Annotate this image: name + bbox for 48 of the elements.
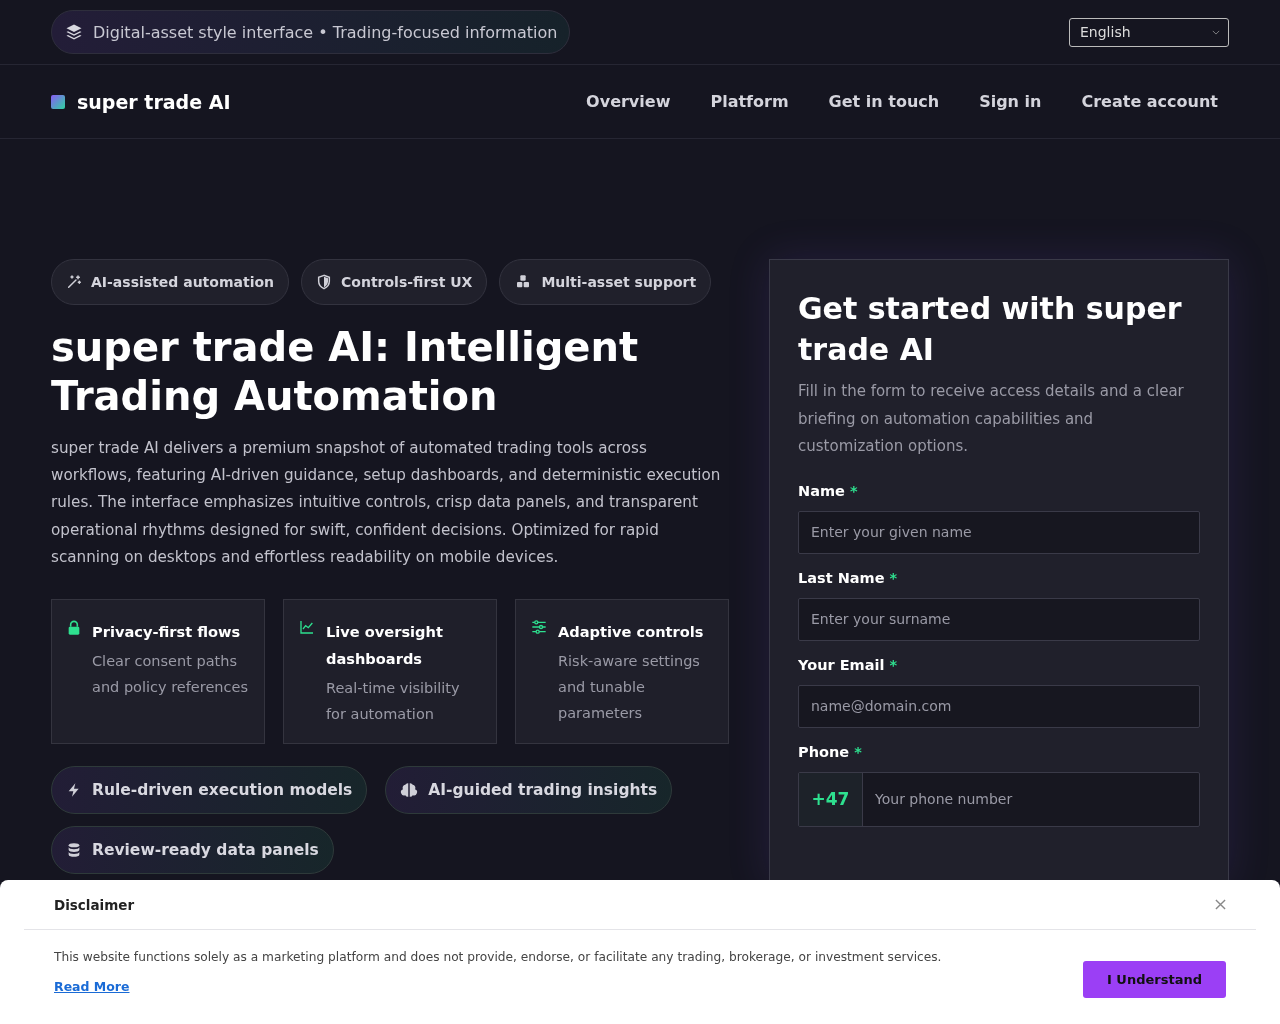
feature-chip: Controls-first UX xyxy=(301,259,488,305)
shield-icon xyxy=(316,274,333,290)
form-title: Get started with super trade AI xyxy=(798,290,1183,369)
brand-name[interactable]: super trade AI xyxy=(77,90,231,113)
form-intro: Fill in the form to receive access details and a clear briefing on automation capabilities and customization options. xyxy=(798,381,1185,457)
language-select[interactable]: English xyxy=(1069,17,1229,47)
phone-field[interactable]: +47 Your phone number xyxy=(798,771,1200,827)
badge-text: Digital-asset style interface • Trading-focused information xyxy=(93,22,558,42)
nav-link[interactable]: Sign in xyxy=(979,92,1042,111)
brain-icon xyxy=(400,781,419,799)
nav-link[interactable]: Create account xyxy=(1081,92,1218,111)
input-field[interactable]: Enter your given name xyxy=(798,510,1200,554)
hero-text: super trade AI delivers a premium snapshot of automated trading tools across workflows, featuring AI-driven guidance, setup dashboards, and deterministic execution rules. The interface emphasizes intuitive controls, crisp data panels, and transparent operational rhythms designed for swift, confident decisions. Optimized for rapid scanning on desktops and effortless readability on mobile devices. xyxy=(51,438,722,568)
highlight-tag: Review-ready data panels xyxy=(51,826,334,874)
nav-link[interactable]: Get in touch xyxy=(828,92,940,111)
caret-icon xyxy=(1212,29,1220,35)
database-icon xyxy=(66,841,82,859)
magic-wand-icon xyxy=(66,274,82,290)
logo-icon xyxy=(51,94,65,109)
field-label: Last Name * xyxy=(798,569,899,586)
field-label: Name * xyxy=(798,482,859,499)
nav-link[interactable]: Overview xyxy=(586,92,671,111)
hero-title: super trade AI: Intelligent Trading Automation xyxy=(51,323,640,421)
lock-icon xyxy=(66,619,82,637)
sliders-icon xyxy=(530,619,548,635)
feature-title: Privacy-first flows xyxy=(92,622,242,642)
highlight-tag: Rule-driven execution models xyxy=(51,766,368,814)
layers-icon xyxy=(65,23,83,41)
close-icon[interactable] xyxy=(1215,899,1226,910)
feature-text: Real-time visibility for automation xyxy=(326,679,461,724)
field-label: Phone * xyxy=(798,743,863,760)
feature-chip: Multi-asset support xyxy=(499,259,712,305)
country-code[interactable]: +47 xyxy=(799,772,863,826)
input-field[interactable]: name@domain.com xyxy=(798,684,1200,728)
understand-button[interactable]: I Understand xyxy=(1083,961,1226,998)
disclaimer-text: This website functions solely as a marketing platform and does not provide, endorse, or facilitate any trading, brokerage, or investment services. xyxy=(54,950,942,964)
field-label: Your Email * xyxy=(798,656,899,673)
read-more-link[interactable]: Read More xyxy=(54,979,130,994)
feature-text: Clear consent paths and policy references xyxy=(92,652,249,697)
disclaimer-title: Disclaimer xyxy=(54,896,135,913)
line-chart-icon xyxy=(298,619,316,635)
feature-text: Risk-aware settings and tunable parameters xyxy=(558,652,701,723)
nav-link[interactable]: Platform xyxy=(710,92,789,111)
feature-title: Live oversight dashboards xyxy=(326,622,444,669)
input-field[interactable]: Enter your surname xyxy=(798,597,1200,641)
highlight-tag: AI-guided trading insights xyxy=(385,766,673,814)
feature-title: Adaptive controls xyxy=(558,622,705,642)
feature-chip: AI-assisted automation xyxy=(51,259,290,305)
